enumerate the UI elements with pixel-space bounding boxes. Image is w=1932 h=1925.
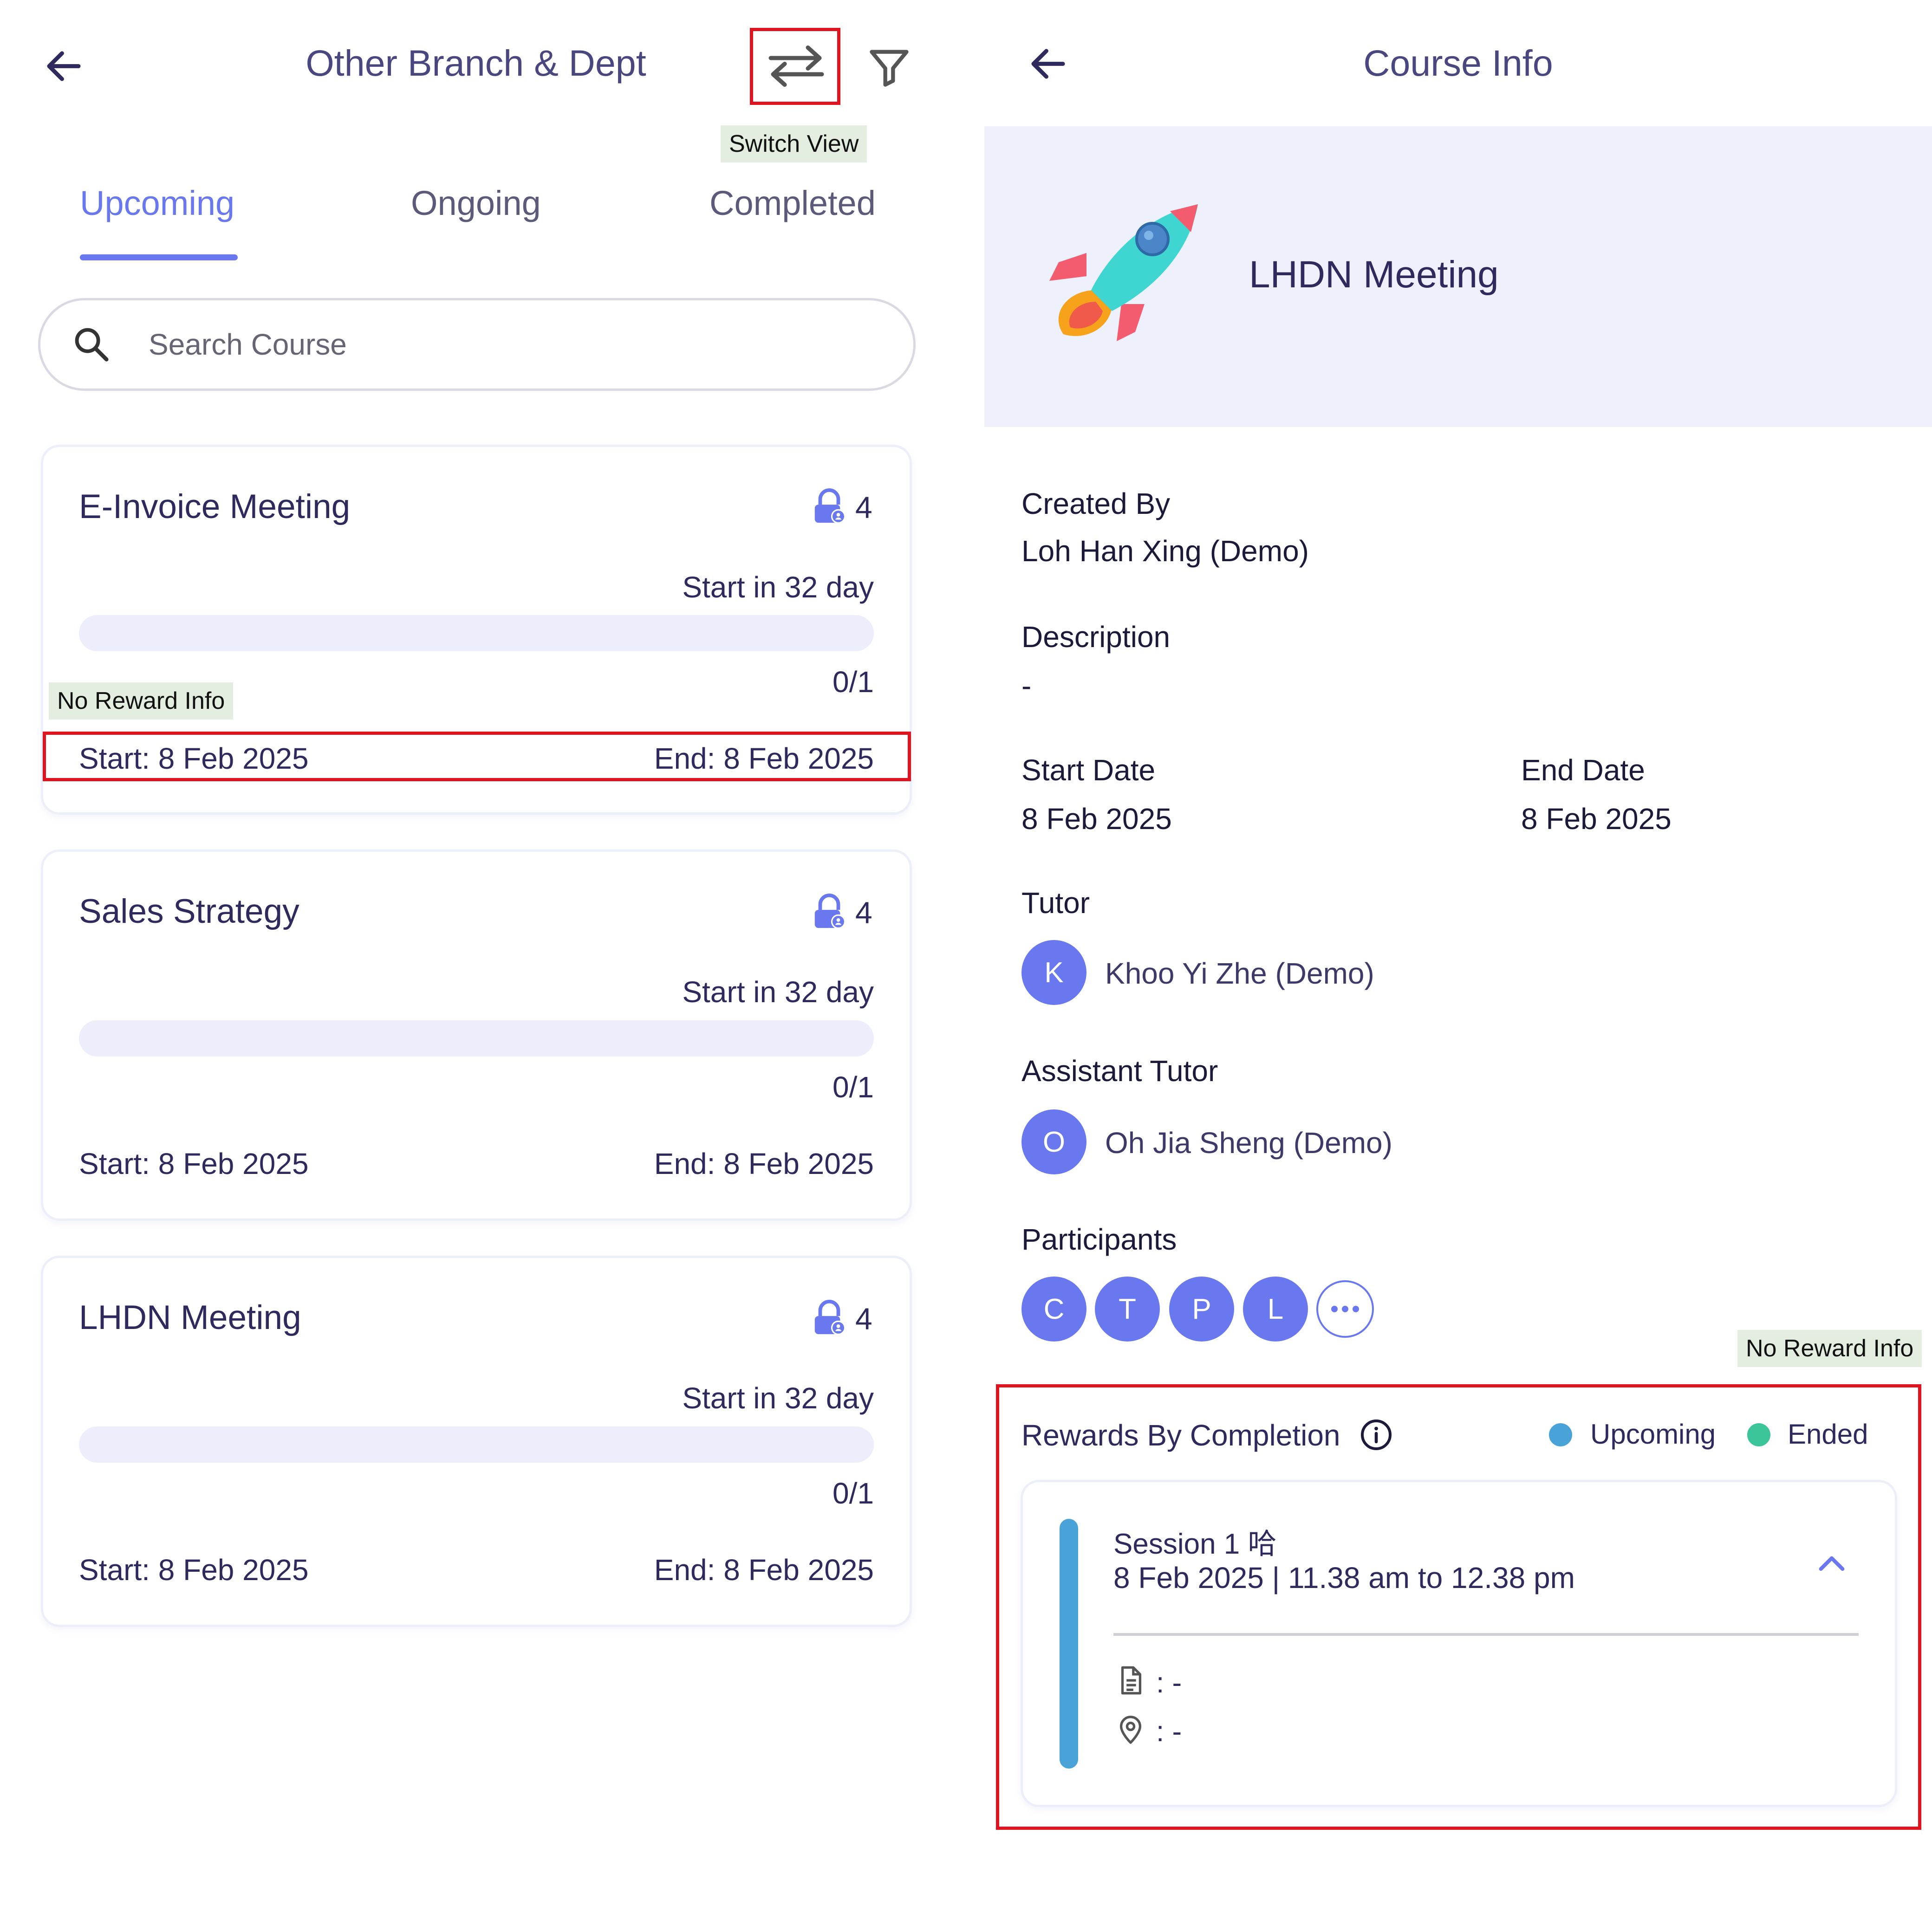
end-date-label: End Date — [1521, 753, 1645, 787]
no-reward-info-tooltip: No Reward Info — [49, 682, 234, 719]
tutor-name: Khoo Yi Zhe (Demo) — [1105, 957, 1374, 990]
assistant-tutor-name: Oh Jia Sheng (Demo) — [1105, 1126, 1392, 1160]
info-icon[interactable] — [1360, 1418, 1393, 1452]
switch-view-tooltip: Switch View — [721, 125, 867, 162]
created-by-value: Loh Han Xing (Demo) — [1021, 534, 1309, 568]
course-start-date: Start: 8 Feb 2025 — [79, 742, 309, 775]
course-progress-bar — [79, 615, 874, 651]
course-participant-count: 4 — [855, 895, 872, 930]
course-start-countdown: Start in 32 day — [682, 975, 874, 1009]
tab-upcoming[interactable]: Upcoming — [80, 183, 234, 223]
description-value: - — [1021, 669, 1032, 702]
assistant-tutor-label: Assistant Tutor — [1021, 1054, 1218, 1088]
course-progress-ratio: 0/1 — [833, 1070, 874, 1104]
switch-view-icon[interactable] — [766, 44, 826, 88]
participant-avatar[interactable]: P — [1169, 1277, 1234, 1342]
session-document-value: : - — [1156, 1667, 1182, 1699]
more-participants-icon[interactable] — [1316, 1280, 1374, 1338]
legend-upcoming-dot — [1549, 1423, 1572, 1446]
tutor-label: Tutor — [1021, 886, 1090, 920]
course-participant-count: 4 — [855, 1302, 872, 1336]
session-time: 8 Feb 2025 | 11.38 am to 12.38 pm — [1113, 1561, 1575, 1594]
course-end-date: End: 8 Feb 2025 — [654, 742, 874, 775]
course-title: E-Invoice Meeting — [79, 488, 351, 525]
active-tab-indicator — [80, 254, 238, 260]
chevron-up-icon[interactable] — [1813, 1546, 1850, 1583]
course-start-date: Start: 8 Feb 2025 — [79, 1147, 309, 1180]
search-placeholder: Search Course — [149, 328, 347, 361]
lock-user-icon — [813, 894, 846, 930]
course-title: LHDN Meeting — [79, 1299, 301, 1336]
course-name: LHDN Meeting — [1249, 253, 1499, 296]
tab-ongoing[interactable]: Ongoing — [411, 183, 541, 223]
participant-avatar[interactable]: L — [1243, 1277, 1308, 1342]
end-date-value: 8 Feb 2025 — [1521, 802, 1672, 836]
course-start-countdown: Start in 32 day — [682, 1381, 874, 1415]
avatar[interactable]: K — [1021, 940, 1086, 1005]
legend-ended-dot — [1747, 1423, 1770, 1446]
page-title: Course Info — [1363, 42, 1553, 84]
search-icon — [72, 325, 111, 364]
no-reward-info-tooltip: No Reward Info — [1737, 1330, 1922, 1367]
legend-upcoming-label: Upcoming — [1590, 1419, 1716, 1450]
course-progress-ratio: 0/1 — [833, 1477, 874, 1510]
filter-icon[interactable] — [866, 44, 912, 91]
lock-user-icon — [813, 488, 846, 525]
session-divider — [1113, 1633, 1859, 1636]
course-start-date: Start: 8 Feb 2025 — [79, 1553, 309, 1587]
participant-avatar[interactable]: T — [1095, 1277, 1160, 1342]
avatar[interactable]: O — [1021, 1109, 1086, 1174]
course-progress-ratio: 0/1 — [833, 665, 874, 699]
course-progress-bar — [79, 1426, 874, 1463]
course-end-date: End: 8 Feb 2025 — [654, 1553, 874, 1587]
course-start-countdown: Start in 32 day — [682, 570, 874, 604]
course-title: Sales Strategy — [79, 893, 299, 930]
description-label: Description — [1021, 620, 1171, 654]
session-location-value: : - — [1156, 1716, 1182, 1748]
rewards-title: Rewards By Completion — [1021, 1419, 1340, 1452]
participants-label: Participants — [1021, 1223, 1177, 1256]
document-icon — [1114, 1664, 1147, 1697]
location-pin-icon — [1114, 1713, 1147, 1745]
rocket-icon — [1031, 197, 1203, 346]
session-title: Session 1 哈 — [1113, 1528, 1277, 1560]
course-progress-bar — [79, 1020, 874, 1056]
course-end-date: End: 8 Feb 2025 — [654, 1147, 874, 1180]
start-date-label: Start Date — [1021, 753, 1156, 787]
session-status-bar — [1060, 1519, 1078, 1769]
participant-avatar[interactable]: C — [1021, 1277, 1086, 1342]
tab-completed[interactable]: Completed — [709, 183, 876, 223]
legend-ended-label: Ended — [1788, 1419, 1868, 1450]
course-participant-count: 4 — [855, 490, 872, 525]
created-by-label: Created By — [1021, 487, 1171, 520]
start-date-value: 8 Feb 2025 — [1021, 802, 1172, 836]
lock-user-icon — [813, 1300, 846, 1336]
